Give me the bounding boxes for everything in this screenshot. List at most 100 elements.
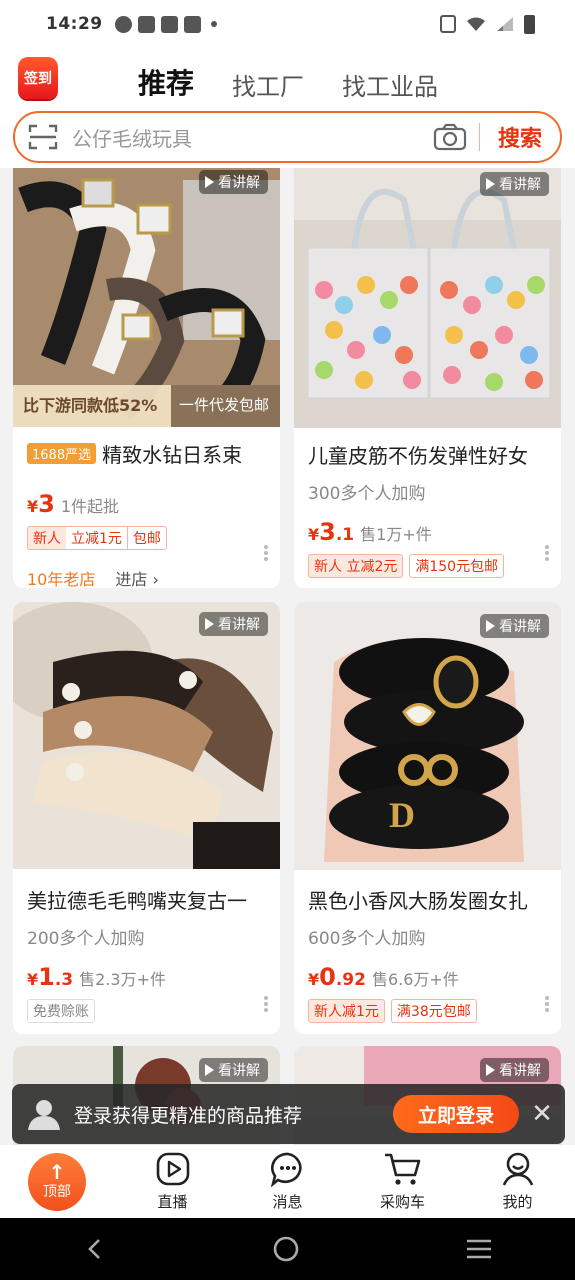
more-options-icon[interactable] — [264, 545, 268, 561]
product-card[interactable]: 比下游同款低52% 一件代发包邮 看讲解 1688严选 精致水钻日系束 ¥ 3 1… — [13, 168, 280, 588]
login-button[interactable]: 立即登录 — [393, 1095, 519, 1133]
close-icon[interactable]: ✕ — [519, 1091, 565, 1137]
cart-count: 600多个人加购 — [308, 929, 426, 949]
search-button[interactable]: 搜索 — [480, 121, 560, 153]
product-title[interactable]: 1688严选 精致水钻日系束 — [13, 439, 280, 468]
recent-apps-icon[interactable] — [465, 1237, 493, 1261]
wifi-icon — [467, 17, 485, 31]
product-image[interactable]: D 看讲解 — [294, 602, 561, 870]
price-value: 1 — [38, 963, 55, 991]
shop-row: 10年老店 进店 › — [13, 566, 280, 588]
back-icon[interactable] — [83, 1237, 107, 1261]
back-to-top-label: 顶部 — [43, 1184, 71, 1200]
watch-explain-label: 看讲解 — [218, 175, 260, 191]
price-symbol: ¥ — [27, 497, 39, 516]
tab-find-factory[interactable]: 找工厂 — [232, 67, 304, 102]
nav-messages[interactable]: 消息 — [230, 1145, 345, 1218]
min-order: 1件起批 — [60, 497, 120, 516]
search-bar[interactable]: 公仔毛绒玩具 搜索 — [13, 111, 562, 163]
signal-icon — [497, 17, 513, 31]
product-title[interactable]: 黑色小香风大肠发圈女扎 — [294, 885, 561, 914]
play-icon — [205, 1064, 214, 1076]
promo-free-credit: 免费赊账 — [27, 999, 95, 1023]
camera-icon[interactable] — [433, 123, 467, 151]
profile-icon — [502, 1152, 533, 1186]
promo-newuser: 新人减1元 — [308, 999, 385, 1023]
more-options-icon[interactable] — [545, 996, 549, 1012]
product-image[interactable]: 看讲解 — [294, 168, 561, 428]
bottom-nav: ↑ 顶部 直播 消息 采购车 我的 — [0, 1145, 575, 1218]
watch-explain-tag[interactable]: 看讲解 — [199, 1058, 268, 1082]
more-notifications-icon — [210, 21, 217, 27]
promo-free-shipping: 满38元包邮 — [390, 999, 477, 1023]
sales-count: 售2.3万+件 — [79, 970, 166, 989]
watch-explain-tag[interactable]: 看讲解 — [199, 612, 268, 636]
product-title-text: 精致水钻日系束 — [102, 443, 243, 467]
arrow-up-icon: ↑ — [48, 1160, 66, 1184]
price-symbol: ¥ — [308, 525, 320, 544]
price-decimal: .92 — [335, 970, 366, 990]
price-decimal: .1 — [335, 525, 355, 545]
product-card[interactable]: D 看讲解 黑色小香风大肠发圈女扎 600多个人加购 ¥ 0 .92 售6.6万… — [294, 602, 561, 1034]
price-compare-tag: 比下游同款低52% — [23, 396, 158, 415]
svg-text:D: D — [389, 795, 415, 835]
product-image[interactable]: 比下游同款低52% 一件代发包邮 看讲解 — [13, 168, 280, 427]
product-image[interactable]: 看讲解 — [13, 602, 280, 869]
cart-count: 200多个人加购 — [27, 929, 145, 949]
play-icon — [205, 176, 214, 188]
sales-count: 售1万+件 — [360, 525, 432, 544]
play-icon — [486, 178, 495, 190]
product-card[interactable]: 看讲解 美拉德毛毛鸭嘴夹复古一 200多个人加购 ¥ 1 .3 售2.3万+件 … — [13, 602, 280, 1034]
tab-recommend[interactable]: 推荐 — [138, 62, 194, 102]
scan-icon[interactable] — [28, 123, 58, 151]
watch-explain-label: 看讲解 — [499, 619, 541, 635]
promo-newuser: 新人 立减2元 — [308, 554, 404, 578]
watch-explain-tag[interactable]: 看讲解 — [480, 614, 549, 638]
login-banner[interactable]: 登录获得更精准的商品推荐 立即登录 ✕ — [12, 1084, 565, 1144]
price-symbol: ¥ — [27, 970, 39, 989]
product-card[interactable]: 看讲解 儿童皮筋不伤发弹性好女 300多个人加购 ¥ 3 .1 售1万+件 新人… — [294, 168, 561, 588]
search-input[interactable]: 公仔毛绒玩具 — [72, 123, 433, 152]
vibrate-icon — [440, 15, 456, 33]
promo-row: 新人 立减2元 满150元包邮 — [294, 554, 561, 578]
price-value: 0 — [319, 963, 336, 991]
nav-live-label: 直播 — [157, 1193, 188, 1211]
tab-industrial-products[interactable]: 找工业品 — [342, 67, 438, 102]
price-symbol: ¥ — [308, 970, 320, 989]
nav-top[interactable]: ↑ 顶部 — [0, 1145, 115, 1218]
enter-shop-link[interactable]: 进店 › — [115, 566, 159, 588]
watch-explain-tag[interactable]: 看讲解 — [480, 172, 549, 196]
promo-tag: 新人 立减1元 包邮 — [27, 526, 167, 550]
watch-explain-label: 看讲解 — [218, 617, 260, 633]
back-to-top-button[interactable]: ↑ 顶部 — [28, 1153, 86, 1211]
nav-profile[interactable]: 我的 — [460, 1145, 575, 1218]
watch-explain-tag[interactable]: 看讲解 — [199, 170, 268, 194]
product-title[interactable]: 美拉德毛毛鸭嘴夹复古一 — [13, 885, 280, 914]
nav-live[interactable]: 直播 — [115, 1145, 230, 1218]
nav-cart-label: 采购车 — [379, 1193, 425, 1211]
product-feed[interactable]: 比下游同款低52% 一件代发包邮 看讲解 1688严选 精致水钻日系束 ¥ 3 1… — [0, 168, 575, 1145]
shop-age: 10年老店 — [27, 570, 96, 588]
cart-icon — [384, 1153, 420, 1185]
product-title[interactable]: 儿童皮筋不伤发弹性好女 — [294, 440, 561, 469]
promo-newuser: 新人 — [28, 527, 66, 549]
home-icon[interactable] — [272, 1235, 300, 1263]
nav-cart[interactable]: 采购车 — [345, 1145, 460, 1218]
price-row: ¥ 3 1件起批 — [13, 490, 280, 518]
sales-count: 售6.6万+件 — [371, 970, 459, 989]
system-status-icons — [440, 14, 535, 34]
more-options-icon[interactable] — [545, 545, 549, 561]
nav-profile-label: 我的 — [502, 1193, 533, 1211]
watch-explain-tag[interactable]: 看讲解 — [480, 1058, 549, 1082]
promo-row: 新人 立减1元 包邮 — [13, 526, 280, 550]
nav-messages-label: 消息 — [272, 1193, 303, 1211]
mail-notification-icon — [160, 15, 178, 33]
login-prompt-text: 登录获得更精准的商品推荐 — [74, 1104, 303, 1127]
more-options-icon[interactable] — [264, 996, 268, 1012]
system-navigation-bar — [0, 1218, 575, 1280]
price-row: ¥ 1 .3 售2.3万+件 — [13, 963, 280, 991]
promo-free-shipping: 包邮 — [126, 527, 166, 549]
live-play-icon — [156, 1152, 189, 1186]
checkin-button[interactable]: 签到 — [18, 57, 58, 99]
app-header: 签到 推荐 找工厂 找工业品 公仔毛绒玩具 搜索 — [0, 48, 575, 168]
